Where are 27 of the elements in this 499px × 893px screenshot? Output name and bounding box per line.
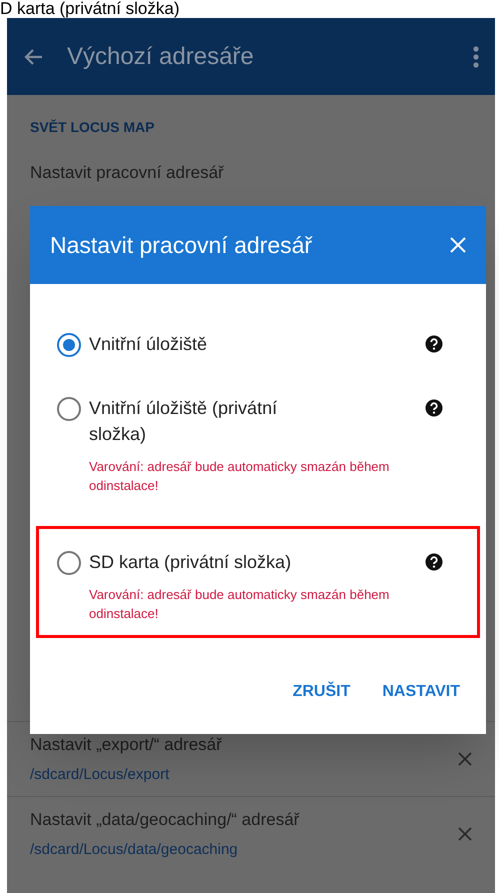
option-label[interactable]: SD karta (privátní složka) bbox=[89, 543, 417, 575]
dialog-title: Nastavit pracovní adresář bbox=[50, 230, 314, 260]
radio-button[interactable] bbox=[57, 333, 81, 357]
back-arrow-icon[interactable] bbox=[23, 48, 43, 66]
radio-button[interactable] bbox=[57, 551, 81, 575]
dialog-button[interactable]: ZRUŠIT bbox=[288, 674, 354, 710]
warning-text: Varování: adresář bude automaticky smazán během odinstalace! bbox=[89, 458, 390, 495]
setting-title: Nastavit „export/“ adresář bbox=[30, 734, 223, 756]
help-icon[interactable] bbox=[425, 553, 443, 571]
dialog-button[interactable]: NASTAVIT bbox=[378, 674, 464, 710]
close-icon[interactable] bbox=[458, 752, 472, 766]
warning-text: Varování: adresář bude automaticky smazán během odinstalace! bbox=[89, 586, 390, 623]
close-icon[interactable] bbox=[458, 827, 472, 841]
section-header: SVĚT LOCUS MAP bbox=[29, 118, 156, 137]
setting-row[interactable]: Nastavit „data/geocaching/“ adresář /sdcard/Locus/data/geocaching bbox=[7, 796, 495, 871]
help-icon[interactable] bbox=[425, 399, 443, 417]
help-icon[interactable] bbox=[425, 335, 443, 353]
caption-text: D karta (privátní složka) bbox=[0, 0, 180, 18]
app-bar-title: Výchozí adresáře bbox=[67, 42, 255, 72]
more-options-icon[interactable] bbox=[473, 46, 479, 68]
option-label[interactable]: Vnitřní úložiště bbox=[89, 325, 417, 357]
radio-button[interactable] bbox=[57, 397, 81, 421]
setting-path: /sdcard/Locus/data/geocaching bbox=[30, 840, 239, 860]
setting-title[interactable]: Nastavit pracovní adresář bbox=[30, 160, 472, 186]
option-label[interactable]: Vnitřní úložiště (privátní složka) bbox=[89, 389, 417, 447]
setting-title: Nastavit „data/geocaching/“ adresář bbox=[30, 809, 300, 831]
setting-path: /sdcard/Locus/export bbox=[30, 764, 170, 784]
